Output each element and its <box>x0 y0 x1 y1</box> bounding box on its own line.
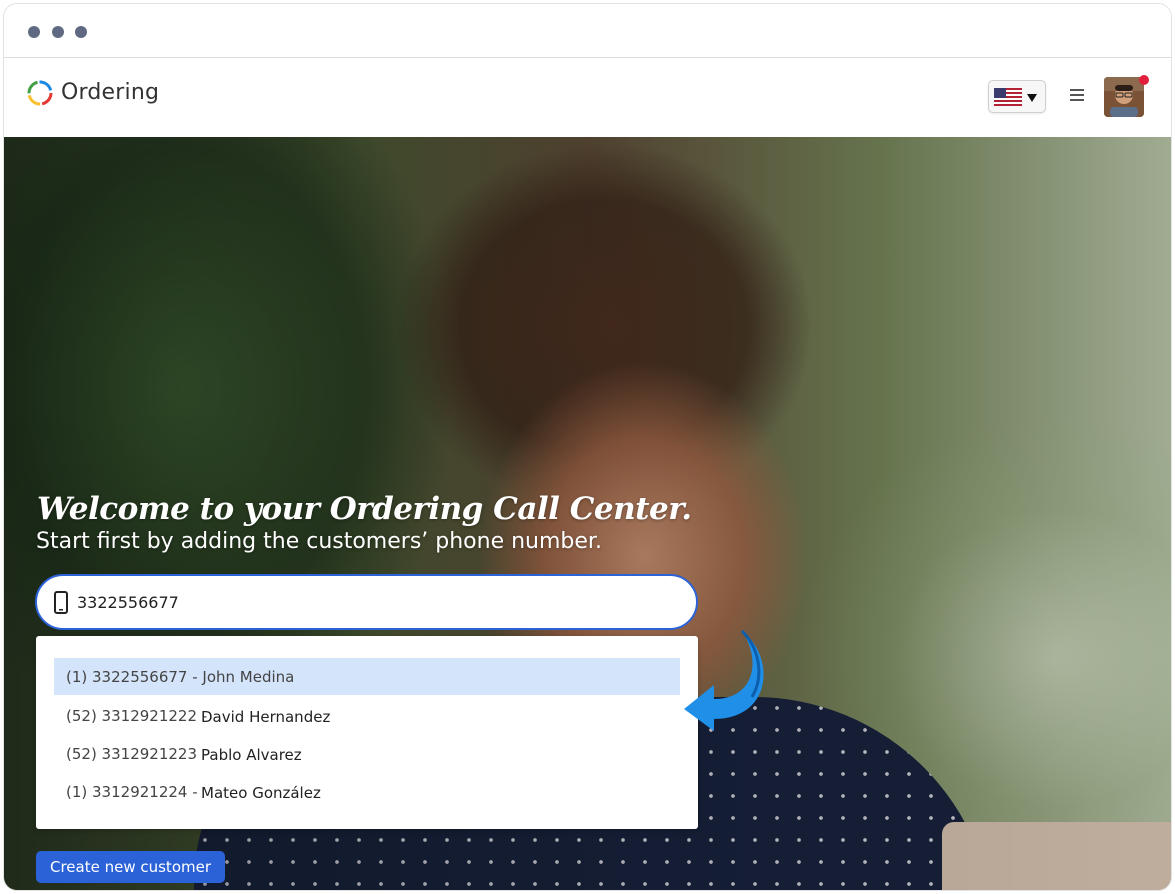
suggestion-number: (1) 3322556677 - John Medina <box>66 668 295 686</box>
notification-dot <box>1139 75 1149 85</box>
suggestion-number: (52) 3312921222 - <box>66 707 208 725</box>
suggestion-number: (52) 3312921223 - <box>66 745 208 763</box>
phone-search-input[interactable] <box>77 588 637 616</box>
us-flag-icon <box>994 88 1022 106</box>
customer-suggestions-list: (1) 3322556677 - John Medina (52) 331292… <box>36 636 698 829</box>
suggestion-number: (1) 3312921224 - <box>66 783 198 801</box>
brand-name: Ordering <box>61 80 160 105</box>
suggestion-item-john-medina[interactable]: (1) 3322556677 - John Medina <box>54 658 680 695</box>
suggestion-item-pablo-alvarez[interactable]: (52) 3312921223 - Pablo Alvarez <box>54 735 680 772</box>
create-new-customer-button[interactable]: Create new customer <box>36 851 225 883</box>
phone-search-box[interactable] <box>35 574 698 630</box>
browser-window: Ordering Welcome to your Ordering Call C… <box>3 3 1172 891</box>
app-header: Ordering <box>4 59 1171 137</box>
suggestion-item-mateo-gonzalez[interactable]: (1) 3312921224 - Mateo González <box>54 773 680 810</box>
hero-section: Welcome to your Ordering Call Center. St… <box>4 137 1171 890</box>
suggestion-name: David Hernandez <box>201 708 331 726</box>
welcome-title: Welcome to your Ordering Call Center. <box>37 491 692 527</box>
language-selector[interactable] <box>988 80 1046 113</box>
window-chrome <box>4 4 1171 58</box>
chevron-down-icon <box>1027 94 1037 102</box>
window-dot-3 <box>75 26 87 38</box>
avatar-photo-icon <box>1104 77 1144 117</box>
suggestion-name: Pablo Alvarez <box>201 746 302 764</box>
pointer-arrow-icon <box>684 629 764 731</box>
hamburger-menu-icon[interactable] <box>1070 89 1084 101</box>
welcome-subtitle: Start first by adding the customers’ pho… <box>36 529 602 554</box>
window-dot-2 <box>52 26 64 38</box>
mobile-phone-icon <box>54 591 68 614</box>
suggestion-name: Mateo González <box>201 784 321 802</box>
suggestion-item-david-hernandez[interactable]: (52) 3312921222 - David Hernandez <box>54 697 680 734</box>
user-avatar[interactable] <box>1104 77 1144 117</box>
ordering-logo-icon <box>27 80 53 106</box>
window-dot-1 <box>28 26 40 38</box>
